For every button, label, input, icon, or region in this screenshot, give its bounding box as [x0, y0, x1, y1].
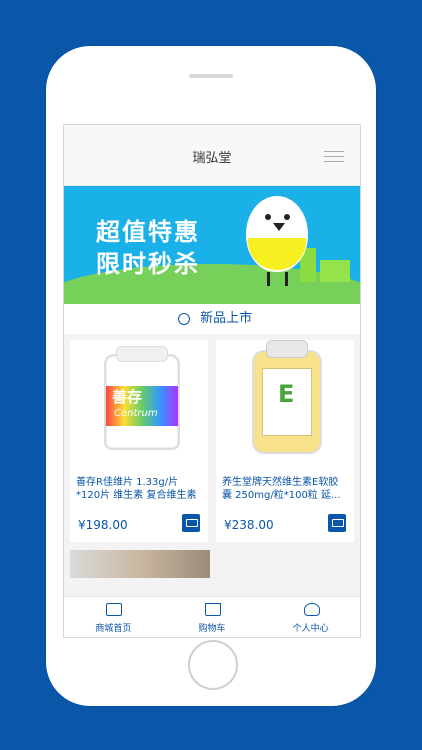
product-card[interactable]: 善存 Centrum 善存R佳维片 1.33g/片 *120片 维生素 复合维生…	[70, 340, 208, 542]
nav-home-label: 商城首页	[95, 624, 132, 634]
vitamin-e-bottle: E	[252, 340, 322, 454]
user-icon	[303, 603, 320, 616]
product-price: ¥198.00	[78, 518, 128, 532]
menu-icon[interactable]	[324, 151, 344, 165]
egg-beak-icon	[273, 223, 285, 231]
banner-line-1: 超值特惠	[96, 218, 200, 246]
nav-profile-label: 个人中心	[292, 624, 329, 634]
product-card[interactable]: E 养生堂牌天然维生素E软胶囊 250mg/粒*100粒 延... ¥238.0…	[216, 340, 354, 542]
section-header: 新品上市	[64, 304, 360, 334]
phone-speaker	[189, 74, 233, 78]
bottle-label-subtext: Centrum	[114, 408, 158, 419]
nav-cart[interactable]: 购物车	[163, 597, 262, 637]
bottle-cap	[116, 346, 168, 362]
product-image: E	[216, 340, 354, 464]
chat-icon	[177, 312, 190, 325]
egg-leg	[267, 272, 270, 286]
store-icon	[106, 603, 123, 616]
nav-profile[interactable]: 个人中心	[261, 597, 360, 637]
product-name: 善存R佳维片 1.33g/片 *120片 维生素 复合维生素	[76, 477, 197, 501]
app-screen: 瑞弘堂 超值特惠 限时秒杀 新品上市 善存 Centrum 善存R佳维片 1.3…	[63, 124, 361, 638]
section-title: 新品上市	[200, 311, 253, 326]
bottle-label-text: 善存	[112, 388, 143, 406]
egg-eye-icon	[284, 214, 290, 220]
promo-banner[interactable]: 超值特惠 限时秒杀	[64, 186, 360, 304]
banner-building	[320, 260, 350, 282]
banner-line-2: 限时秒杀	[96, 250, 200, 278]
product-image: 善存 Centrum	[70, 340, 208, 464]
egg-eye-icon	[265, 214, 271, 220]
cart-icon	[205, 603, 221, 616]
add-to-cart-icon[interactable]	[182, 514, 200, 532]
product-name: 养生堂牌天然维生素E软胶囊 250mg/粒*100粒 延...	[222, 477, 341, 501]
add-to-cart-icon[interactable]	[328, 514, 346, 532]
bottle-label-text: E	[278, 380, 295, 408]
partial-product-image	[70, 550, 210, 578]
bottle-cap	[266, 340, 308, 358]
page-title: 瑞弘堂	[192, 151, 232, 166]
product-price: ¥238.00	[224, 518, 274, 532]
nav-home[interactable]: 商城首页	[64, 597, 163, 637]
product-grid: 善存 Centrum 善存R佳维片 1.33g/片 *120片 维生素 复合维生…	[64, 334, 360, 542]
home-button[interactable]	[188, 640, 238, 690]
egg-leg	[285, 272, 288, 286]
centrum-bottle: 善存 Centrum	[104, 346, 180, 450]
nav-cart-label: 购物车	[198, 624, 226, 634]
top-bar: 瑞弘堂	[64, 125, 360, 186]
bottom-nav: 商城首页 购物车 个人中心	[64, 596, 360, 637]
